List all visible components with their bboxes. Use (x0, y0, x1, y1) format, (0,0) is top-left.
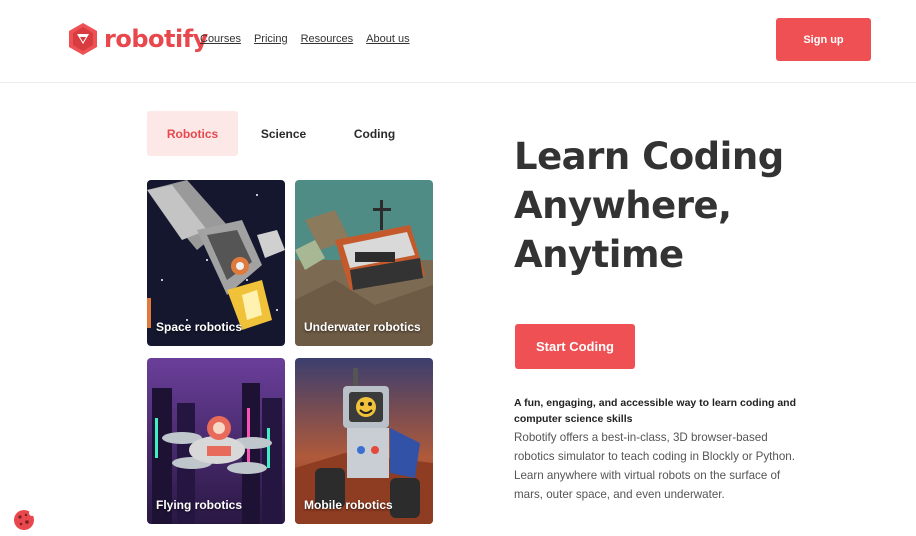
tab-coding[interactable]: Coding (329, 111, 420, 156)
hero-description: Robotify offers a best-in-class, 3D brow… (514, 431, 795, 501)
site-header: robotify Courses Pricing Resources About… (0, 0, 916, 83)
main-nav: Courses Pricing Resources About us (200, 33, 410, 45)
hero-title-line: Learn Coding (514, 135, 784, 178)
start-coding-button[interactable]: Start Coding (515, 324, 635, 369)
nav-link-pricing[interactable]: Pricing (254, 33, 288, 45)
nav-link-courses[interactable]: Courses (200, 33, 241, 45)
card-label: Space robotics (156, 320, 243, 334)
hero-title-line: Anytime (514, 233, 684, 276)
card-label: Underwater robotics (304, 320, 421, 334)
nav-link-resources[interactable]: Resources (301, 33, 354, 45)
logo[interactable]: robotify (68, 22, 208, 56)
robotify-logo-icon (69, 23, 97, 55)
hero-title-line: Anywhere, (514, 184, 732, 227)
tab-robotics[interactable]: Robotics (147, 111, 238, 156)
cookie-icon[interactable] (13, 509, 35, 531)
sign-up-button[interactable]: Sign up (776, 18, 871, 61)
card-underwater-robotics[interactable]: Underwater robotics (295, 180, 433, 346)
card-label: Mobile robotics (304, 498, 393, 512)
card-label: Flying robotics (156, 498, 243, 512)
category-tabs: Robotics Science Coding (147, 111, 420, 156)
tab-science[interactable]: Science (238, 111, 329, 156)
nav-link-about-us[interactable]: About us (366, 33, 409, 45)
card-space-robotics[interactable]: Space robotics (147, 180, 285, 346)
hero-tagline: A fun, engaging, and accessible way to l… (514, 397, 796, 425)
card-flying-robotics[interactable]: Flying robotics (147, 358, 285, 524)
brand-name: robotify (104, 25, 208, 53)
card-mobile-robotics[interactable]: Mobile robotics (295, 358, 433, 524)
hero-title: Learn Coding Anywhere, Anytime (514, 132, 844, 279)
